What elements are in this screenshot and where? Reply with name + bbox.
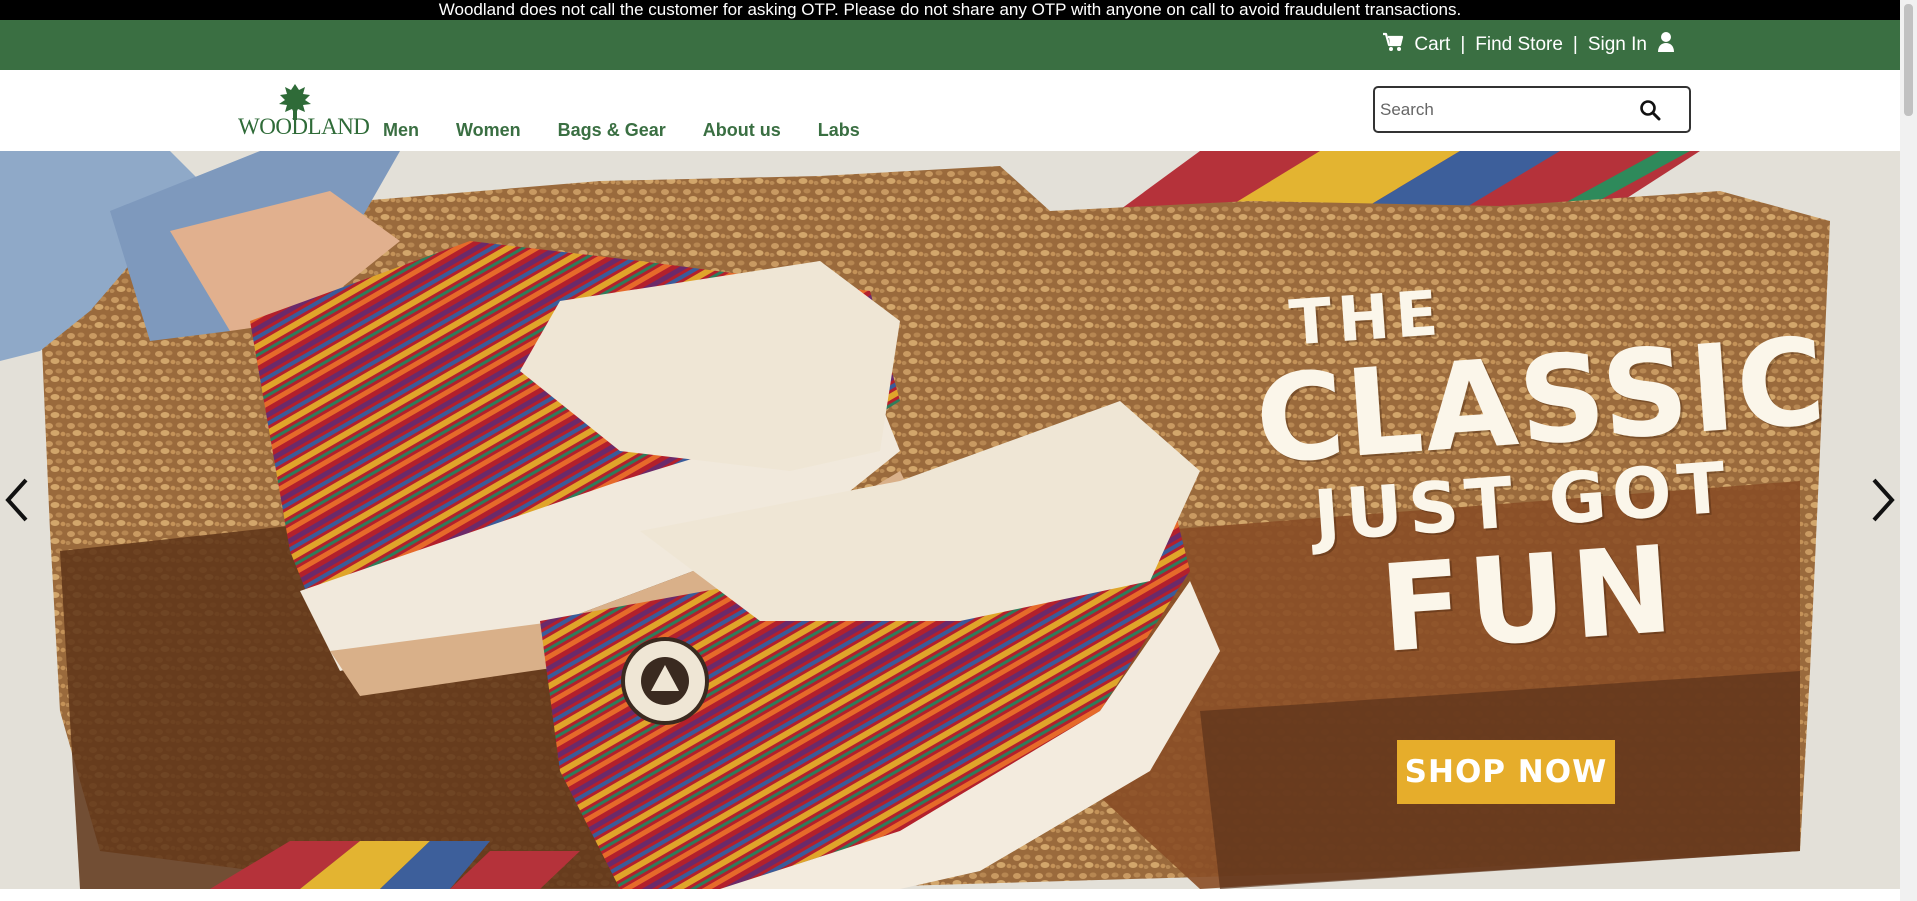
chevron-left-icon[interactable] <box>0 476 34 524</box>
hero-headline: THE CLASSIC JUST GOT FUN <box>1247 253 1831 680</box>
chevron-right-icon[interactable] <box>1866 476 1900 524</box>
page-scrollbar[interactable] <box>1900 0 1917 901</box>
woodland-logo[interactable]: WOODLAND <box>238 82 370 140</box>
cart-link[interactable]: Cart <box>1414 34 1450 56</box>
shop-now-button[interactable]: SHOP NOW <box>1397 740 1615 804</box>
nav-item-women[interactable]: Women <box>456 120 521 141</box>
separator: | <box>1572 34 1578 55</box>
hero-banner[interactable]: THE CLASSIC JUST GOT FUN SHOP NOW <box>0 151 1900 889</box>
nav-item-men[interactable]: Men <box>383 120 419 141</box>
search-input[interactable] <box>1378 88 1632 131</box>
user-icon[interactable] <box>1657 31 1675 59</box>
search-icon[interactable] <box>1639 99 1661 121</box>
otp-warning-text: Woodland does not call the customer for … <box>438 0 1462 19</box>
cart-icon[interactable] <box>1382 32 1404 58</box>
search-box <box>1373 86 1691 133</box>
scrollbar-thumb[interactable] <box>1904 4 1913 116</box>
nav-item-bags-gear[interactable]: Bags & Gear <box>558 120 666 141</box>
logo-wordmark: WOODLAND <box>238 114 370 139</box>
otp-warning-banner: Woodland does not call the customer for … <box>0 0 1900 20</box>
utility-bar: Cart | Find Store | Sign In <box>0 20 1900 70</box>
utility-links: Cart | Find Store | Sign In <box>1382 20 1675 70</box>
main-nav: Men Women Bags & Gear About us Labs <box>383 120 860 141</box>
page-content-start <box>0 889 1900 901</box>
nav-item-labs[interactable]: Labs <box>818 120 860 141</box>
main-header: WOODLAND Men Women Bags & Gear About us … <box>0 70 1900 152</box>
nav-item-about-us[interactable]: About us <box>703 120 781 141</box>
separator: | <box>1460 34 1466 55</box>
sign-in-link[interactable]: Sign In <box>1588 34 1647 56</box>
find-store-link[interactable]: Find Store <box>1475 34 1563 56</box>
